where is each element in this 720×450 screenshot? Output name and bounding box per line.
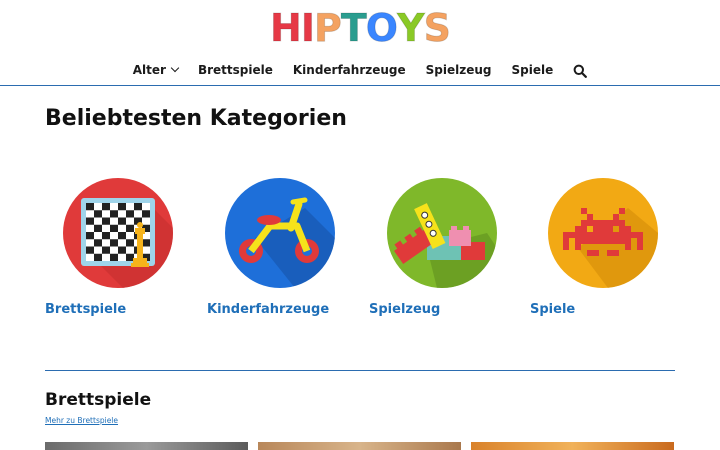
category-card-spiele[interactable]: Spiele: [530, 178, 690, 317]
search-icon[interactable]: [573, 63, 588, 78]
article-thumbnail[interactable]: [471, 442, 674, 450]
category-card-spielzeug[interactable]: Spielzeug: [369, 178, 529, 317]
nav-item-label: Alter: [132, 63, 166, 77]
category-label[interactable]: Brettspiele: [45, 302, 126, 317]
logo-letter: T: [340, 6, 367, 51]
category-card-kinderfahrzeuge[interactable]: Kinderfahrzeuge: [207, 178, 367, 317]
more-brettspiele-link[interactable]: Mehr zu Brettspiele: [45, 416, 118, 425]
section-divider: [45, 370, 675, 371]
chevron-down-icon: [170, 63, 180, 73]
nav-item-alter[interactable]: Alter: [132, 63, 180, 77]
nav-item-brettspiele[interactable]: Brettspiele: [198, 63, 273, 77]
balance-bike-icon[interactable]: [225, 178, 335, 288]
nav-item-label: Brettspiele: [197, 63, 273, 77]
nav-item-label: Spiele: [511, 63, 554, 77]
logo-letter: O: [365, 6, 398, 51]
main-nav: Alter Brettspiele Kinderfahrzeuge Spielz…: [0, 58, 720, 82]
logo[interactable]: HIPTOYS: [0, 6, 720, 51]
section-title: Brettspiele: [45, 390, 152, 410]
article-thumbnail[interactable]: [45, 442, 248, 450]
logo-text: HIPTOYS: [270, 6, 452, 51]
category-label[interactable]: Spiele: [530, 302, 575, 317]
nav-item-kinderfahrzeuge[interactable]: Kinderfahrzeuge: [293, 63, 406, 77]
category-label[interactable]: Spielzeug: [369, 302, 440, 317]
building-blocks-icon[interactable]: [387, 178, 497, 288]
header-divider: [0, 85, 720, 86]
logo-letter: H: [270, 6, 303, 51]
nav-item-label: Kinderfahrzeuge: [292, 63, 406, 77]
logo-letter: I: [300, 6, 315, 51]
space-invader-icon[interactable]: [548, 178, 658, 288]
page-title: Beliebtesten Kategorien: [45, 106, 347, 131]
nav-item-spiele[interactable]: Spiele: [512, 63, 554, 77]
logo-letter: S: [423, 6, 451, 51]
chessboard-icon[interactable]: [63, 178, 173, 288]
category-label[interactable]: Kinderfahrzeuge: [207, 302, 329, 317]
logo-letter: Y: [397, 6, 425, 51]
category-card-brettspiele[interactable]: Brettspiele: [45, 178, 205, 317]
logo-letter: P: [313, 6, 342, 51]
nav-item-spielzeug[interactable]: Spielzeug: [426, 63, 492, 77]
article-thumbnail[interactable]: [258, 442, 461, 450]
nav-item-label: Spielzeug: [425, 63, 492, 77]
